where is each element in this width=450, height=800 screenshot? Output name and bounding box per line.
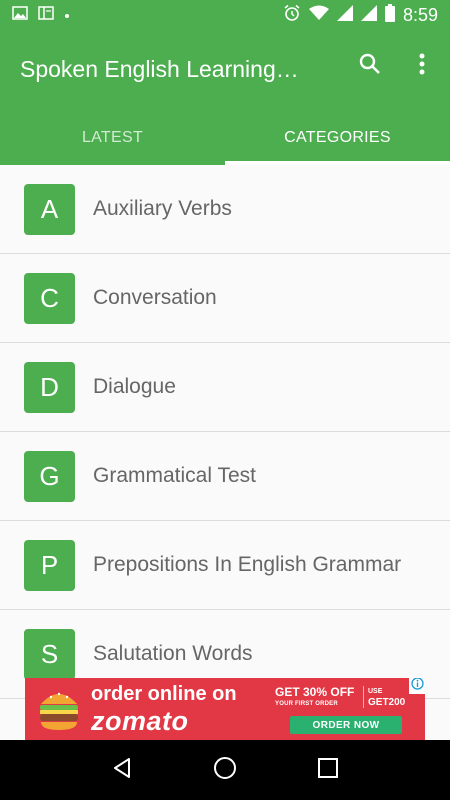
ad-banner[interactable]: order online on zomato GET 30% OFF YOUR …: [25, 678, 425, 740]
letter-avatar: S: [24, 628, 75, 680]
ad-offer: GET 30% OFF YOUR FIRST ORDER: [275, 686, 354, 710]
search-button[interactable]: [356, 52, 384, 80]
back-icon: [110, 756, 134, 785]
category-label: Salutation Words: [93, 642, 253, 665]
ad-brand: zomato: [91, 706, 189, 736]
ad-headline: order online on zomato: [91, 682, 237, 736]
ad-line1: order online on: [91, 683, 237, 705]
burger-icon: [37, 686, 81, 732]
signal-icon: [336, 4, 353, 26]
ad-offer-small: YOUR FIRST ORDER: [275, 701, 338, 707]
tab-latest[interactable]: LATEST: [0, 110, 225, 165]
image-icon: [12, 5, 28, 25]
recents-button[interactable]: [308, 750, 348, 790]
overflow-menu-button[interactable]: [412, 52, 432, 80]
ad-promo-code: USE GET200: [363, 686, 405, 708]
category-label: Conversation: [93, 286, 217, 309]
more-vert-icon: [419, 53, 425, 80]
signal-icon: [360, 4, 377, 26]
letter-avatar: D: [24, 361, 75, 413]
ad-order-now-button[interactable]: ORDER NOW: [290, 716, 402, 734]
app-title: Spoken English Learning…: [20, 56, 299, 82]
tab-categories[interactable]: CATEGORIES: [225, 110, 450, 165]
status-time: 8:59: [402, 4, 438, 25]
dot-icon: [64, 6, 70, 24]
list-item[interactable]: D Dialogue: [0, 343, 450, 432]
status-bar: 8:59: [0, 0, 450, 30]
list-item[interactable]: A Auxiliary Verbs: [0, 165, 450, 254]
letter-avatar: G: [24, 450, 75, 502]
category-label: Prepositions In English Grammar: [93, 553, 402, 576]
letter-avatar: C: [24, 272, 75, 324]
battery-icon: [384, 3, 395, 27]
ad-offer-big: GET 30% OFF: [275, 685, 355, 699]
category-label: Dialogue: [93, 375, 176, 398]
app-icon: [38, 5, 54, 25]
letter-avatar: A: [24, 183, 75, 235]
recents-icon: [317, 757, 339, 784]
back-button[interactable]: [102, 750, 142, 790]
category-list: A Auxiliary Verbs C Conversation D Dialo…: [0, 165, 450, 699]
ad-code-value: GET200: [368, 697, 406, 708]
list-item[interactable]: P Prepositions In English Grammar: [0, 521, 450, 610]
ad-info-button[interactable]: [409, 678, 425, 694]
ad-code-label: USE: [368, 688, 383, 695]
home-icon: [212, 755, 238, 786]
letter-avatar: P: [24, 539, 75, 591]
system-nav-bar: [0, 740, 450, 800]
wifi-icon: [308, 5, 329, 26]
app-bar: Spoken English Learning… LATEST CATEGORI…: [0, 30, 450, 165]
home-button[interactable]: [205, 750, 245, 790]
list-item[interactable]: G Grammatical Test: [0, 432, 450, 521]
info-icon: [410, 678, 424, 695]
category-label: Auxiliary Verbs: [93, 197, 232, 220]
alarm-icon: [283, 4, 301, 27]
search-icon: [358, 52, 382, 81]
category-label: Grammatical Test: [93, 464, 256, 487]
list-item[interactable]: C Conversation: [0, 254, 450, 343]
